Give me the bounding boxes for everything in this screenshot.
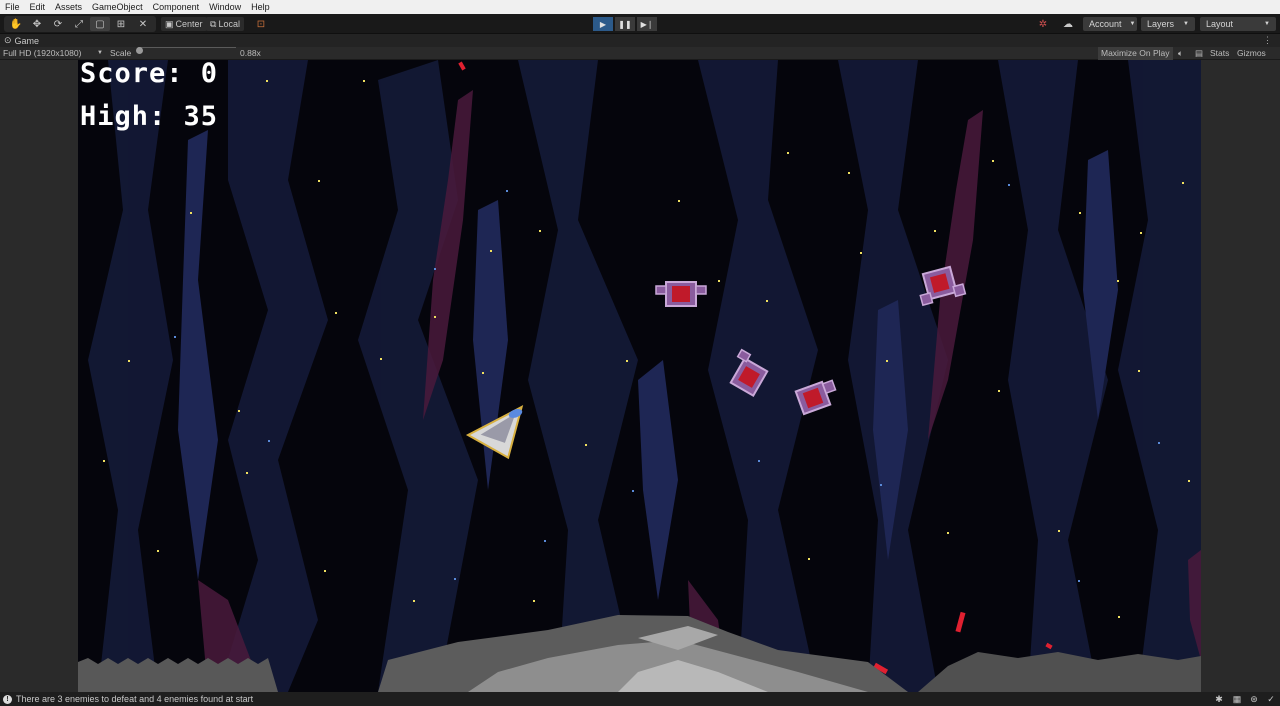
- ground-right: [918, 652, 1201, 692]
- auto-generate-icon[interactable]: ⊛: [1249, 694, 1259, 704]
- gamepad-icon: ⊙: [4, 35, 12, 45]
- collab-icon[interactable]: ✲: [1033, 17, 1053, 31]
- stats-button[interactable]: Stats: [1210, 47, 1229, 60]
- status-bar: ! There are 3 enemies to defeat and 4 en…: [0, 692, 1280, 706]
- hand-tool-icon[interactable]: ✋: [6, 17, 26, 31]
- rect-tool-icon[interactable]: ▢: [90, 17, 110, 31]
- check-icon[interactable]: ✓: [1266, 694, 1276, 704]
- info-icon: !: [3, 694, 12, 704]
- menu-bar: File Edit Assets GameObject Component Window H…: [0, 0, 1280, 14]
- game-canvas[interactable]: Score: 0 High: 35: [78, 60, 1201, 692]
- mute-audio-icon[interactable]: 🔈︎: [1178, 47, 1183, 60]
- menu-item-edit[interactable]: Edit: [25, 0, 51, 14]
- pivot-space-label: Local: [218, 19, 240, 29]
- game-view-toolbar: Full HD (1920x1080) ▼ Scale 0.88x Maximi…: [0, 47, 1280, 60]
- menu-item-assets[interactable]: Assets: [50, 0, 87, 14]
- step-button[interactable]: ▶❘: [637, 17, 657, 31]
- stats-icon[interactable]: ▤: [1195, 47, 1203, 60]
- scale-value: 0.88x: [240, 48, 261, 58]
- layout-dropdown[interactable]: Layout ▼: [1200, 17, 1276, 31]
- menu-item-gameobject[interactable]: GameObject: [87, 0, 148, 14]
- high-score-label: High: 35: [80, 101, 219, 132]
- menu-item-window[interactable]: Window: [204, 0, 246, 14]
- score-label: Score: 0: [80, 60, 219, 89]
- pivot-mode-button[interactable]: ▣ Center: [161, 17, 207, 31]
- pivot-mode-label: Center: [175, 19, 203, 29]
- game-tab-bar: ⊙ Game ⋮: [0, 34, 1280, 47]
- tab-game-label: Game: [14, 35, 40, 46]
- chevron-down-icon[interactable]: ▼: [97, 47, 103, 60]
- enemy-ship-1: [655, 281, 707, 307]
- pivot-space-button[interactable]: ⧉ Local: [206, 17, 244, 31]
- pivot-center-icon: ▣: [165, 18, 174, 29]
- chevron-down-icon: ▼: [1183, 21, 1189, 27]
- local-space-icon: ⧉: [210, 18, 217, 29]
- custom-tool-icon[interactable]: ✕: [133, 17, 153, 31]
- layers-icon[interactable]: ▦: [1232, 694, 1242, 704]
- nebula-highlights: [178, 130, 1118, 600]
- resolution-dropdown[interactable]: Full HD (1920x1080): [3, 47, 81, 60]
- cloud-icon[interactable]: ☁: [1058, 17, 1078, 31]
- layers-label: Layers: [1147, 19, 1175, 29]
- account-label: Account: [1089, 19, 1122, 29]
- maximize-on-play-button[interactable]: Maximize On Play: [1098, 47, 1173, 60]
- chevron-down-icon: ▼: [1264, 21, 1270, 27]
- ground-rock-center: [378, 615, 908, 692]
- grid-snap-icon[interactable]: ⊡: [251, 17, 271, 31]
- game-view-area: Score: 0 High: 35: [0, 60, 1280, 692]
- account-dropdown[interactable]: Account ▼: [1083, 17, 1137, 31]
- menu-item-file[interactable]: File: [0, 0, 25, 14]
- main-toolbar: ✋ ✥ ⟳ ⤢ ▢ ⊞ ✕ ▣ Center ⧉ Local ⊡ ▶ ❚❚ ▶❘…: [0, 14, 1280, 34]
- play-button[interactable]: ▶: [593, 17, 613, 31]
- ground-left: [78, 658, 278, 692]
- scale-slider-handle[interactable]: [136, 47, 143, 54]
- tab-game[interactable]: ⊙ Game: [0, 35, 43, 46]
- console-message[interactable]: There are 3 enemies to defeat and 4 enem…: [16, 694, 253, 704]
- move-tool-icon[interactable]: ✥: [27, 17, 47, 31]
- scale-tool-icon[interactable]: ⤢: [69, 17, 89, 31]
- rotate-tool-icon[interactable]: ⟳: [48, 17, 68, 31]
- transform-tool-icon[interactable]: ⊞: [111, 17, 131, 31]
- game-scene: [78, 60, 1201, 692]
- layout-label: Layout: [1206, 19, 1234, 29]
- bug-icon[interactable]: ✱: [1214, 694, 1224, 704]
- gizmos-button[interactable]: Gizmos: [1237, 47, 1266, 60]
- player-ship: [465, 405, 524, 460]
- chevron-down-icon: ▼: [1129, 21, 1136, 27]
- scale-label: Scale: [110, 48, 132, 58]
- pause-button[interactable]: ❚❚: [615, 17, 635, 31]
- menu-item-help[interactable]: Help: [246, 0, 275, 14]
- more-options-icon[interactable]: ⋮: [1263, 35, 1272, 46]
- scale-slider-track[interactable]: [138, 47, 236, 48]
- layers-dropdown[interactable]: Layers ▼: [1141, 17, 1195, 31]
- menu-item-component[interactable]: Component: [148, 0, 205, 14]
